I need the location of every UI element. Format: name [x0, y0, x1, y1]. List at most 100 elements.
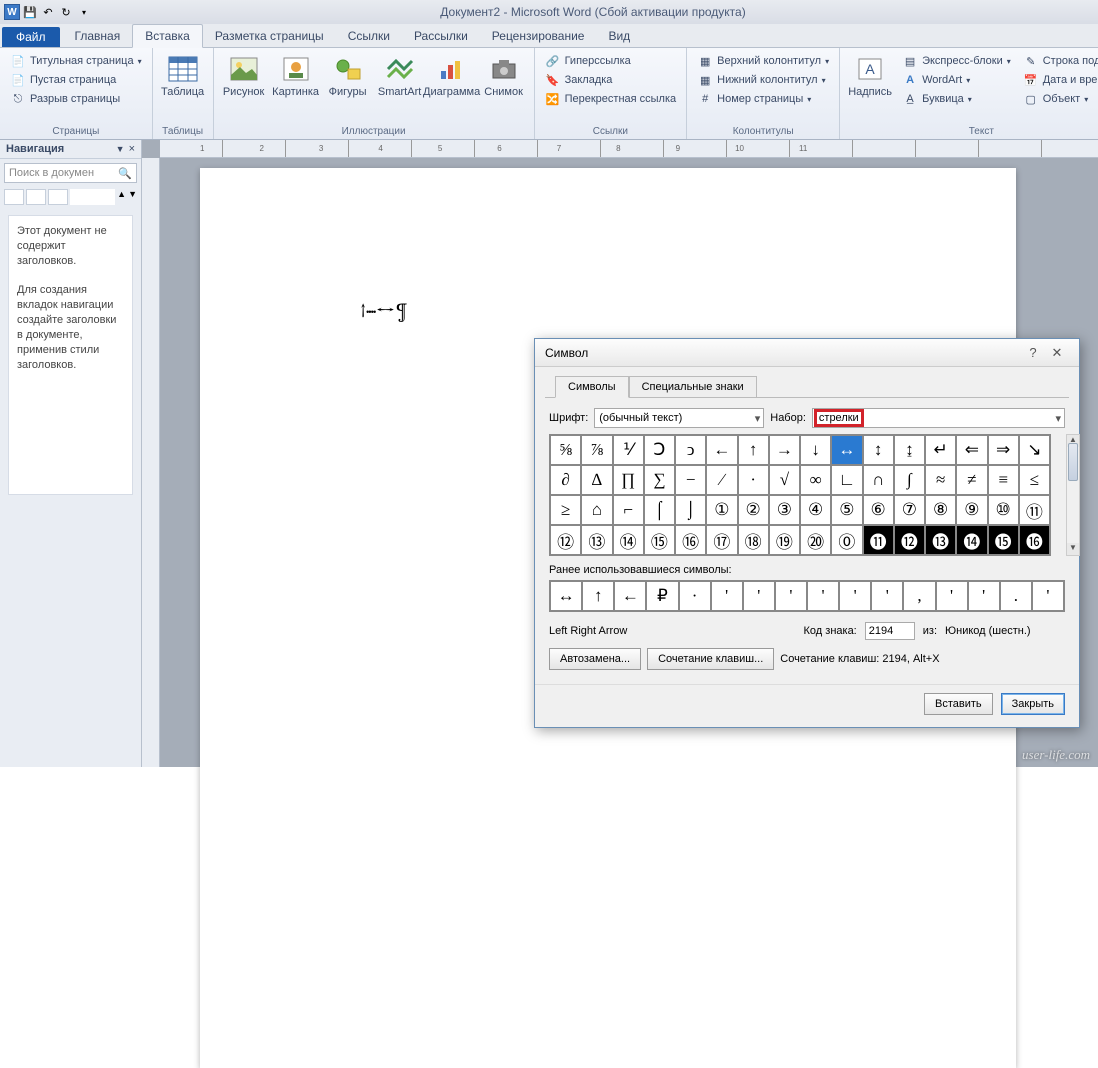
nav-search-input[interactable]: Поиск в докумен 🔍: [4, 163, 137, 183]
symbol-cell[interactable]: ⌠: [644, 495, 675, 525]
nav-next-icon[interactable]: ▼: [128, 189, 137, 205]
symbol-cell[interactable]: ⑮: [644, 525, 675, 555]
symbol-cell[interactable]: ⑪: [1019, 495, 1050, 525]
hyperlink-button[interactable]: 🔗Гиперссылка: [541, 52, 681, 70]
nav-view-pages[interactable]: [26, 189, 46, 205]
symbol-cell[interactable]: ↘: [1019, 435, 1050, 465]
symbol-cell[interactable]: ⌂: [581, 495, 612, 525]
font-select[interactable]: (обычный текст): [594, 408, 764, 428]
symbol-cell[interactable]: ⑭: [613, 525, 644, 555]
symbol-cell[interactable]: √: [769, 465, 800, 495]
scroll-thumb[interactable]: [1068, 443, 1078, 481]
symbol-cell[interactable]: ③: [769, 495, 800, 525]
tab-mailings[interactable]: Рассылки: [402, 25, 480, 47]
symbol-cell[interactable]: ∟: [831, 465, 862, 495]
recent-cell[interactable]: ₽: [646, 581, 678, 611]
symbol-cell[interactable]: ⅞: [581, 435, 612, 465]
symbol-cell[interactable]: ⓰: [1019, 525, 1050, 555]
scroll-down-icon[interactable]: ▼: [1067, 543, 1079, 555]
recent-cell[interactable]: ': [936, 581, 968, 611]
tab-file[interactable]: Файл: [2, 27, 60, 47]
symbol-cell[interactable]: →: [769, 435, 800, 465]
header-button[interactable]: ▦Верхний колонтитул▾: [693, 52, 833, 70]
symbol-cell[interactable]: ⑲: [769, 525, 800, 555]
recent-cell[interactable]: ': [711, 581, 743, 611]
save-icon[interactable]: 💾: [22, 4, 38, 20]
textbox-button[interactable]: AНадпись: [846, 50, 894, 125]
symbol-cell[interactable]: ⌡: [675, 495, 706, 525]
recent-cell[interactable]: ': [839, 581, 871, 611]
qat-dropdown-icon[interactable]: ▾: [76, 4, 92, 20]
ruler-vertical[interactable]: [142, 158, 160, 767]
symbol-cell[interactable]: ⓮: [956, 525, 987, 555]
recent-cell[interactable]: ,: [903, 581, 935, 611]
footer-button[interactable]: ▦Нижний колонтитул▾: [693, 71, 833, 89]
search-icon[interactable]: 🔍: [118, 167, 132, 180]
symbol-cell[interactable]: ↨: [894, 435, 925, 465]
symbol-cell[interactable]: ⓭: [925, 525, 956, 555]
symbol-cell[interactable]: ⑥: [863, 495, 894, 525]
tab-references[interactable]: Ссылки: [336, 25, 402, 47]
symbol-cell[interactable]: ≥: [550, 495, 581, 525]
symbol-cell[interactable]: ⓯: [988, 525, 1019, 555]
tab-special[interactable]: Специальные знаки: [629, 376, 757, 398]
symbol-cell[interactable]: ∩: [863, 465, 894, 495]
symbol-cell[interactable]: −: [675, 465, 706, 495]
undo-icon[interactable]: ↶: [40, 4, 56, 20]
tab-insert[interactable]: Вставка: [132, 24, 203, 48]
symbol-cell[interactable]: ∏: [613, 465, 644, 495]
table-button[interactable]: Таблица: [159, 50, 207, 125]
symbol-cell[interactable]: ④: [800, 495, 831, 525]
shortcut-button[interactable]: Сочетание клавиш...: [647, 648, 774, 670]
tab-home[interactable]: Главная: [63, 25, 133, 47]
close-icon[interactable]: ✕: [1045, 345, 1069, 361]
help-icon[interactable]: ?: [1021, 345, 1045, 360]
nav-view-results[interactable]: [48, 189, 68, 205]
symbol-cell[interactable]: ≈: [925, 465, 956, 495]
recent-cell[interactable]: ↔: [550, 581, 582, 611]
symbol-cell[interactable]: ⅟: [613, 435, 644, 465]
quickparts-button[interactable]: ▤Экспресс-блоки▾: [898, 52, 1015, 70]
close-button[interactable]: Закрыть: [1001, 693, 1065, 715]
symbol-cell[interactable]: ⑯: [675, 525, 706, 555]
page-break-button[interactable]: ⎋Разрыв страницы: [6, 90, 146, 108]
symbol-cell[interactable]: ∫: [894, 465, 925, 495]
symbol-cell[interactable]: Ↄ: [644, 435, 675, 465]
recent-cell[interactable]: ': [743, 581, 775, 611]
code-input[interactable]: [865, 622, 915, 640]
close-icon[interactable]: ×: [129, 143, 135, 155]
document-content[interactable]: ↑····↔¶: [360, 298, 408, 324]
redo-icon[interactable]: ↻: [58, 4, 74, 20]
recent-cell[interactable]: ': [871, 581, 903, 611]
symbol-cell[interactable]: ∙: [738, 465, 769, 495]
recent-cell[interactable]: .: [1000, 581, 1032, 611]
object-button[interactable]: ▢Объект▾: [1019, 90, 1098, 108]
nav-dropdown-icon[interactable]: ▼: [116, 144, 125, 154]
clipart-button[interactable]: Картинка: [272, 50, 320, 125]
blank-page-button[interactable]: 📄Пустая страница: [6, 71, 146, 89]
symbol-cell[interactable]: ⑧: [925, 495, 956, 525]
recent-cell[interactable]: ': [968, 581, 1000, 611]
symbol-cell[interactable]: ∆: [581, 465, 612, 495]
symbol-cell[interactable]: ⑬: [581, 525, 612, 555]
symbol-cell[interactable]: ①: [706, 495, 737, 525]
symbol-cell[interactable]: ②: [738, 495, 769, 525]
shapes-button[interactable]: Фигуры: [324, 50, 372, 125]
symbol-cell[interactable]: ⓬: [894, 525, 925, 555]
screenshot-button[interactable]: Снимок: [480, 50, 528, 125]
grid-scrollbar[interactable]: ▲ ▼: [1066, 434, 1080, 556]
symbol-cell[interactable]: ⓫: [863, 525, 894, 555]
symbol-cell[interactable]: ⑳: [800, 525, 831, 555]
from-select[interactable]: Юникод (шестн.): [945, 625, 1065, 637]
symbol-cell[interactable]: ↔: [831, 435, 862, 465]
smartart-button[interactable]: SmartArt: [376, 50, 424, 125]
symbol-cell[interactable]: ⑦: [894, 495, 925, 525]
symbol-cell[interactable]: ≡: [988, 465, 1019, 495]
recent-cell[interactable]: ↑: [582, 581, 614, 611]
symbol-cell[interactable]: ↵: [925, 435, 956, 465]
symbol-cell[interactable]: ↕: [863, 435, 894, 465]
dialog-titlebar[interactable]: Символ ? ✕: [535, 339, 1079, 367]
symbol-cell[interactable]: ⑰: [706, 525, 737, 555]
picture-button[interactable]: Рисунок: [220, 50, 268, 125]
symbol-cell[interactable]: ↓: [800, 435, 831, 465]
